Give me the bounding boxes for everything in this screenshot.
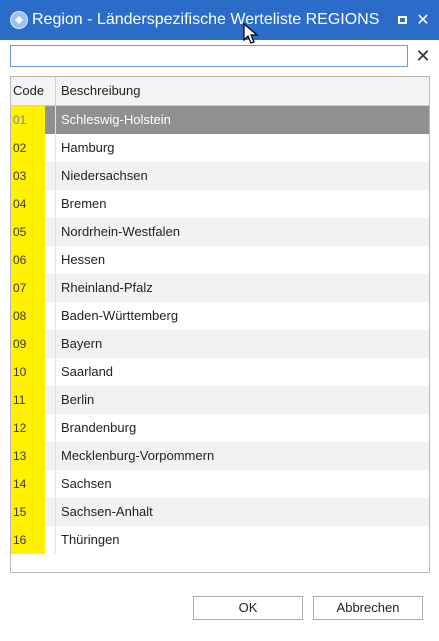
row-code: 16 [11,526,45,554]
column-divider [55,386,56,414]
table-row[interactable]: 15 Sachsen-Anhalt [11,498,429,526]
title-bar[interactable]: Region - Länderspezifische Werteliste RE… [0,0,439,40]
column-divider [55,106,56,134]
row-description: Sachsen-Anhalt [61,504,153,519]
row-description: Thüringen [61,532,120,547]
row-code: 15 [11,498,45,526]
region-grid[interactable]: Code Beschreibung 01 Schleswig-Holstein 02… [10,76,430,573]
table-row[interactable]: 03 Niedersachsen [11,162,429,190]
row-description: Bremen [61,196,107,211]
column-divider [55,302,56,330]
row-code: 11 [11,386,45,414]
table-row[interactable]: 02 Hamburg [11,134,429,162]
row-code: 08 [11,302,45,330]
column-divider [55,358,56,386]
row-code: 03 [11,162,45,190]
row-code: 09 [11,330,45,358]
row-description: Hessen [61,252,106,267]
table-row[interactable]: 07 Rheinland-Pfalz [11,274,429,302]
row-code: 06 [11,246,45,274]
column-divider [55,414,56,442]
row-description: Nordrhein-Westfalen [61,224,180,239]
row-description: Hamburg [61,140,115,155]
column-divider [55,498,56,526]
column-divider [55,274,56,302]
window-title: Region - Länderspezifische Werteliste RE… [32,11,380,28]
row-code: 05 [11,218,45,246]
table-row[interactable]: 12 Brandenburg [11,414,429,442]
row-description: Rheinland-Pfalz [61,280,153,295]
row-description: Bayern [61,336,103,351]
row-description: Mecklenburg-Vorpommern [61,448,215,463]
row-description: Schleswig-Holstein [61,112,171,127]
row-code: 04 [11,190,45,218]
table-row[interactable]: 09 Bayern [11,330,429,358]
table-row[interactable]: 01 Schleswig-Holstein [11,106,429,134]
ok-button[interactable]: OK [193,596,303,620]
column-divider [55,442,56,470]
column-divider [55,162,56,190]
row-description: Saarland [61,364,114,379]
table-row[interactable]: 05 Nordrhein-Westfalen [11,218,429,246]
row-code: 14 [11,470,45,498]
maximize-button[interactable] [392,10,412,30]
row-code: 02 [11,134,45,162]
column-header-code[interactable]: Code [13,77,56,105]
column-divider [55,526,56,554]
column-divider [55,470,56,498]
grid-header: Code Beschreibung [11,77,429,106]
row-code: 01 [11,106,45,134]
mouse-pointer-icon [243,23,259,44]
table-row[interactable]: 04 Bremen [11,190,429,218]
row-code: 12 [11,414,45,442]
table-row[interactable]: 06 Hessen [11,246,429,274]
column-divider [55,246,56,274]
column-divider [55,134,56,162]
table-row[interactable]: 08 Baden-Württemberg [11,302,429,330]
row-code: 10 [11,358,45,386]
close-button[interactable]: ✕ [413,10,433,30]
column-header-description[interactable]: Beschreibung [61,77,141,105]
table-row[interactable]: 16 Thüringen [11,526,429,554]
filter-row: ✕ [10,45,432,69]
table-row[interactable]: 10 Saarland [11,358,429,386]
maximize-icon [397,16,407,24]
clear-filter-button[interactable]: ✕ [414,46,432,66]
column-divider [55,190,56,218]
row-description: Berlin [61,392,95,407]
row-description: Brandenburg [61,420,137,435]
filter-input[interactable] [10,45,408,67]
row-code: 13 [11,442,45,470]
column-divider [55,330,56,358]
region-icon [10,11,28,29]
table-row[interactable]: 11 Berlin [11,386,429,414]
table-row[interactable]: 14 Sachsen [11,470,429,498]
row-description: Baden-Württemberg [61,308,179,323]
column-divider [55,218,56,246]
row-description: Niedersachsen [61,168,148,183]
table-row[interactable]: 13 Mecklenburg-Vorpommern [11,442,429,470]
row-description: Sachsen [61,476,112,491]
row-code: 07 [11,274,45,302]
close-window-icon: ✕ [416,12,430,29]
cancel-button[interactable]: Abbrechen [313,596,423,620]
